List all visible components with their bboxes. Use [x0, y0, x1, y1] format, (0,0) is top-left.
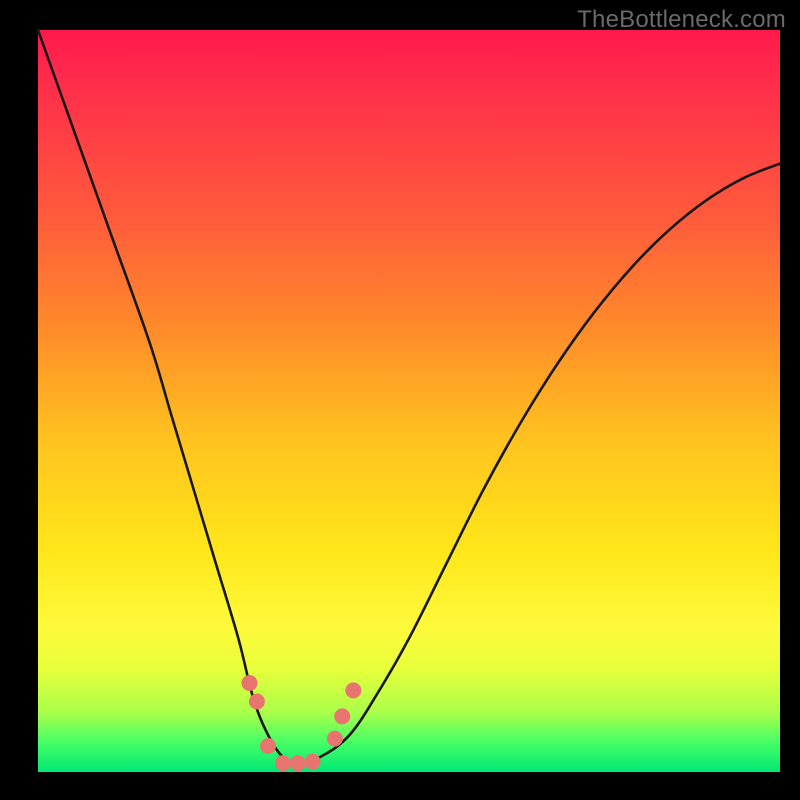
bottleneck-curve: [38, 30, 780, 765]
curve-marker: [327, 731, 343, 747]
curve-markers: [241, 675, 361, 771]
curve-marker: [249, 694, 265, 710]
curve-marker: [305, 754, 321, 770]
curve-marker: [345, 682, 361, 698]
curve-marker: [260, 738, 276, 754]
curve-marker: [241, 675, 257, 691]
plot-area: [38, 30, 780, 772]
curve-marker: [275, 755, 291, 771]
curve-marker: [334, 708, 350, 724]
curve-marker: [290, 755, 306, 771]
curve-layer: [38, 30, 780, 772]
chart-frame: TheBottleneck.com: [0, 0, 800, 800]
